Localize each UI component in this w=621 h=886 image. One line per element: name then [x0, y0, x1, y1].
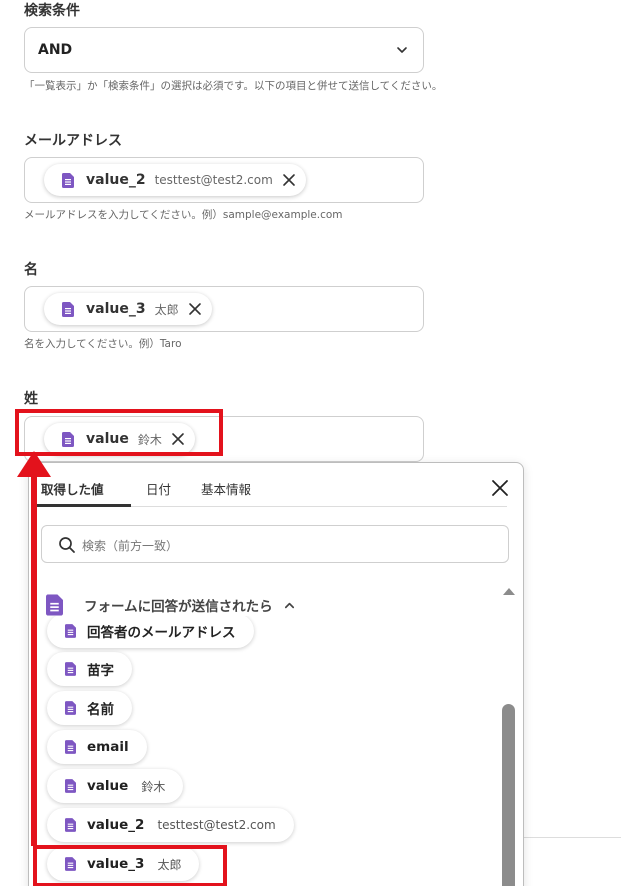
chip-name: value_2 — [86, 172, 146, 188]
search-condition-value: AND — [38, 42, 73, 58]
divider — [524, 837, 621, 838]
first-name-help: 名を入力してください。例）Taro — [24, 338, 182, 350]
last-name-label: 姓 — [24, 391, 38, 407]
scrollbar[interactable] — [501, 578, 517, 886]
search-input[interactable]: 検索（前方一致） — [41, 525, 509, 563]
list-item[interactable]: email — [47, 730, 147, 764]
search-condition-label: 検索条件 — [24, 3, 80, 19]
tab-acquired-values[interactable]: 取得した値 — [41, 479, 104, 498]
list-item[interactable]: value_2 testtest@test2.com — [47, 808, 294, 842]
item-value: 鈴木 — [141, 779, 166, 794]
list-item[interactable]: value 鈴木 — [47, 769, 184, 803]
email-input[interactable]: value_2 testtest@test2.com — [24, 157, 424, 203]
form-doc-icon — [62, 173, 74, 188]
item-value: testtest@test2.com — [157, 818, 276, 832]
annotation-arrow-head-icon — [17, 451, 51, 477]
email-value-chip[interactable]: value_2 testtest@test2.com — [44, 164, 306, 196]
item-name: value — [87, 778, 129, 794]
close-icon[interactable] — [491, 479, 509, 497]
scroll-up-arrow-icon[interactable] — [502, 586, 516, 596]
email-label: メールアドレス — [24, 133, 122, 149]
form-doc-icon — [62, 302, 74, 317]
active-tab-indicator — [37, 504, 131, 507]
tab-date[interactable]: 日付 — [146, 479, 171, 498]
item-name: value_2 — [87, 817, 145, 833]
item-name: email — [87, 739, 129, 755]
email-help: メールアドレスを入力してください。例）sample@example.com — [24, 209, 343, 221]
item-name: 名前 — [87, 702, 114, 718]
highlight-box-last-name — [15, 409, 223, 456]
close-icon[interactable] — [188, 302, 202, 316]
chip-value: testtest@test2.com — [154, 173, 273, 187]
list-item[interactable]: 回答者のメールアドレス — [47, 614, 254, 648]
form-doc-icon — [65, 779, 76, 793]
chip-name: value_3 — [86, 301, 146, 317]
close-icon[interactable] — [282, 173, 296, 187]
first-name-label: 名 — [24, 262, 38, 278]
scroll-thumb[interactable] — [502, 704, 515, 886]
form-doc-icon — [65, 740, 76, 754]
form-doc-icon — [65, 662, 76, 676]
first-name-input[interactable]: value_3 太郎 — [24, 286, 424, 332]
search-icon — [59, 537, 75, 553]
list-item[interactable]: 苗字 — [47, 652, 132, 686]
form-doc-icon — [65, 624, 76, 638]
item-name: 苗字 — [87, 663, 114, 679]
highlight-box-value3 — [33, 845, 227, 886]
search-condition-help: 「一覧表示」か「検索条件」の選択は必須です。以下の項目と併せて送信してください。 — [24, 80, 443, 92]
chip-value: 太郎 — [154, 302, 179, 317]
form-doc-icon — [65, 818, 76, 832]
tab-basic-info[interactable]: 基本情報 — [201, 479, 251, 498]
chevron-down-icon — [397, 47, 407, 53]
form-doc-icon — [46, 594, 63, 616]
list-item[interactable]: 名前 — [47, 691, 132, 725]
value-list: フォームに回答が送信されたら 回答者のメールアドレス 苗字 名前 email v… — [29, 578, 499, 886]
chevron-up-icon — [284, 602, 294, 608]
search-condition-select[interactable]: AND — [24, 27, 424, 73]
search-placeholder: 検索（前方一致） — [82, 539, 179, 553]
item-name: 回答者のメールアドレス — [87, 625, 236, 641]
form-doc-icon — [65, 701, 76, 715]
group-header-form-submitted[interactable]: フォームに回答が送信されたら — [46, 594, 304, 616]
value-picker-popup: 取得した値 日付 基本情報 検索（前方一致） フォームに回答が送信されたら 回答… — [28, 462, 524, 886]
group-label: フォームに回答が送信されたら — [84, 599, 273, 615]
first-name-value-chip[interactable]: value_3 太郎 — [44, 293, 212, 325]
annotation-arrow-shaft — [31, 474, 37, 846]
